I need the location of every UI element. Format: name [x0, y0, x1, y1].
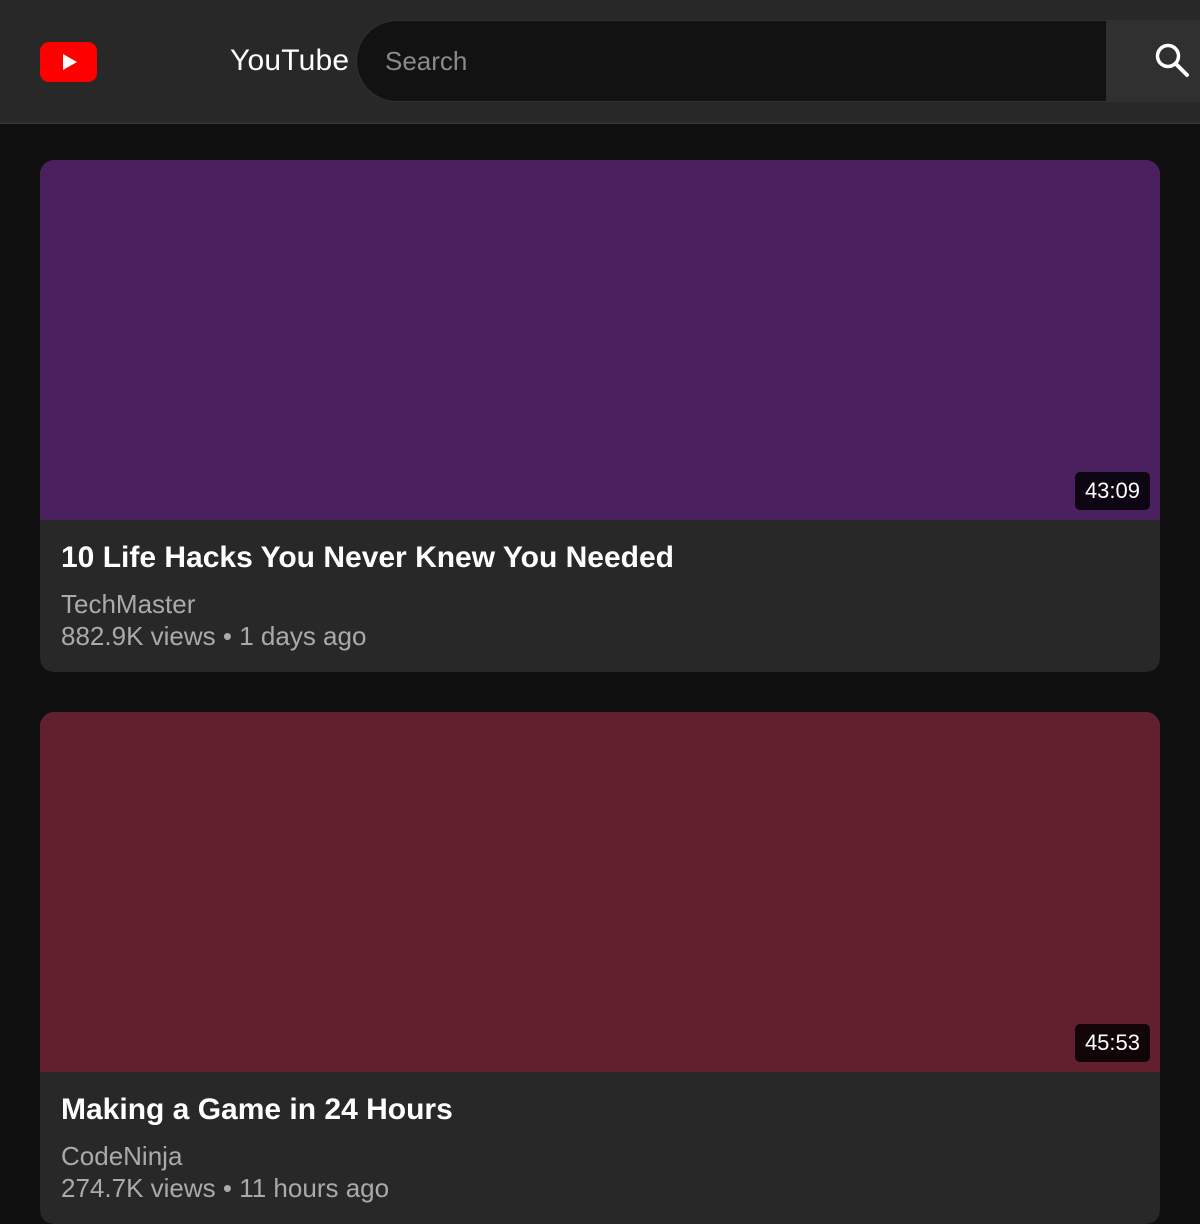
search-input[interactable] — [385, 21, 1085, 101]
upload-age: 1 days ago — [239, 621, 367, 651]
view-count: 882.9K views — [61, 621, 216, 651]
search-button[interactable] — [1106, 20, 1200, 102]
search-icon — [1155, 43, 1189, 77]
upload-age: 11 hours ago — [239, 1173, 390, 1203]
channel-name[interactable]: CodeNinja — [61, 1141, 182, 1172]
video-meta: 274.7K views • 11 hours ago — [61, 1173, 390, 1203]
video-meta: 882.9K views • 1 days ago — [61, 621, 367, 651]
search-box[interactable] — [356, 20, 1106, 102]
video-card[interactable]: 43:09 10 Life Hacks You Never Knew You N… — [40, 160, 1160, 672]
video-thumbnail[interactable]: 43:09 — [40, 160, 1160, 520]
youtube-play-icon[interactable] — [40, 42, 97, 82]
video-title[interactable]: Making a Game in 24 Hours — [61, 1093, 453, 1127]
view-count: 274.7K views — [61, 1173, 216, 1203]
video-title[interactable]: 10 Life Hacks You Never Knew You Needed — [61, 541, 674, 575]
channel-name[interactable]: TechMaster — [61, 589, 195, 620]
video-card[interactable]: 45:53 Making a Game in 24 Hours CodeNinj… — [40, 712, 1160, 1224]
video-thumbnail[interactable]: 45:53 — [40, 712, 1160, 1072]
duration-badge: 45:53 — [1074, 1024, 1150, 1062]
duration-badge: 43:09 — [1074, 472, 1150, 510]
top-header: YouTube — [0, 0, 1200, 124]
logo-text[interactable]: YouTube — [230, 44, 349, 78]
